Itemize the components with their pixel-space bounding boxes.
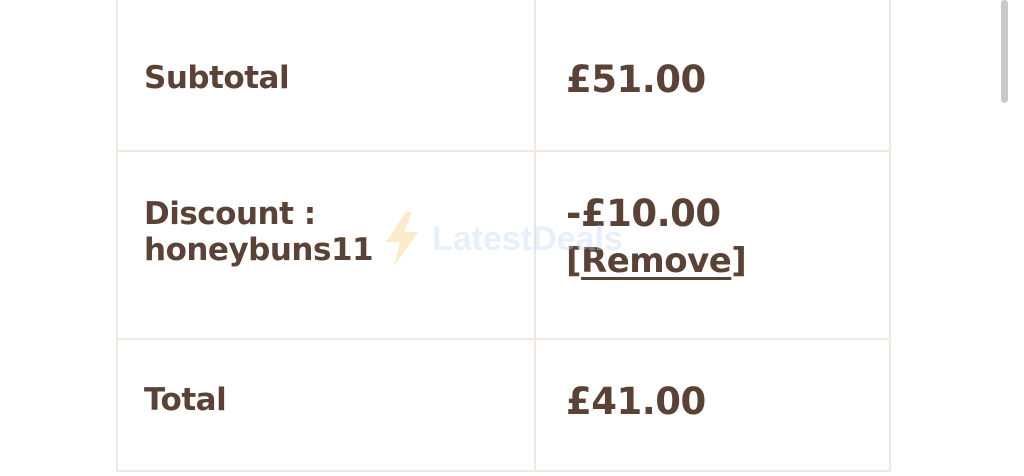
remove-bracket-open: [ — [566, 241, 582, 281]
total-row: Total £41.00 — [116, 338, 891, 472]
discount-value: -£10.00 — [566, 192, 721, 235]
subtotal-value: £51.00 — [566, 58, 706, 101]
subtotal-value-cell: £51.00 — [534, 0, 891, 152]
remove-discount-link[interactable]: [Remove] — [566, 241, 747, 281]
subtotal-label-cell: Subtotal — [116, 0, 536, 152]
discount-value-cell: -£10.00 [Remove] — [534, 150, 891, 340]
remove-bracket-close: ] — [731, 241, 747, 281]
discount-label-cell: Discount : honeybuns11 — [116, 150, 536, 340]
cart-totals-table: Subtotal £51.00 Discount : honeybuns11 -… — [116, 0, 891, 472]
subtotal-row: Subtotal £51.00 — [116, 0, 891, 152]
subtotal-label: Subtotal — [144, 60, 290, 96]
scrollbar-thumb[interactable] — [1001, 0, 1008, 103]
discount-label: Discount : honeybuns11 — [144, 196, 374, 268]
checkout-page: Subtotal £51.00 Discount : honeybuns11 -… — [0, 0, 1024, 476]
remove-discount-label: Remove — [581, 241, 732, 281]
total-value-cell: £41.00 — [534, 338, 891, 472]
total-label-cell: Total — [116, 338, 536, 472]
total-label: Total — [144, 382, 227, 418]
total-value: £41.00 — [566, 380, 706, 423]
discount-row: Discount : honeybuns11 -£10.00 [Remove] — [116, 150, 891, 340]
